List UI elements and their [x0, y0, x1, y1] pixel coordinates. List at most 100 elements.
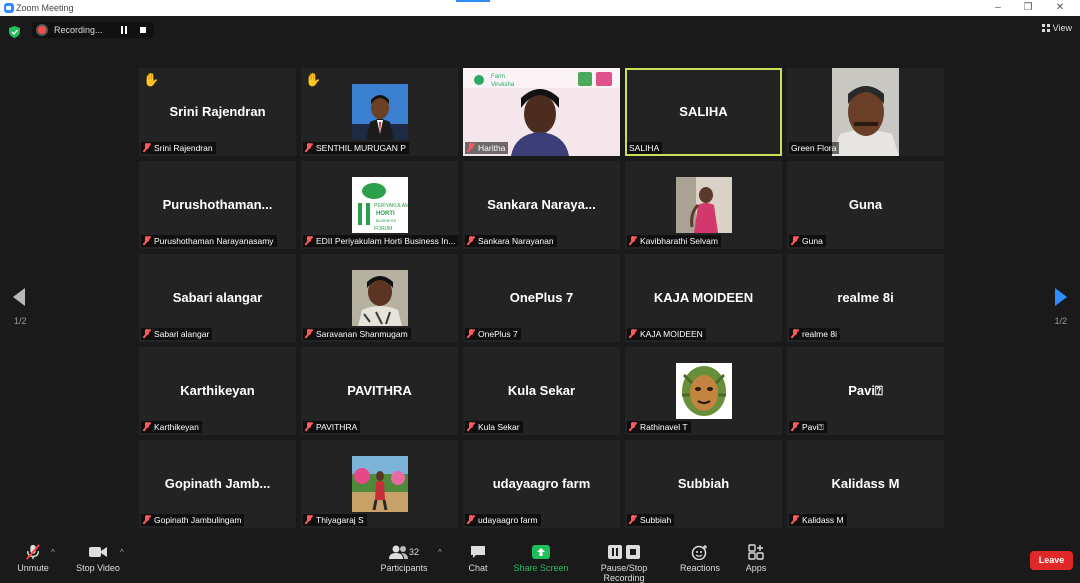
view-button[interactable]: View — [1041, 23, 1072, 33]
participant-tile[interactable]: Kalidass M Kalidass M — [787, 440, 944, 528]
reactions-label: Reactions — [679, 563, 721, 573]
stop-video-button[interactable]: Stop Video — [75, 544, 121, 573]
participant-tile[interactable]: PAVITHRA PAVITHRA — [301, 347, 458, 435]
participant-name: Gopinath Jambulingam — [154, 515, 242, 525]
view-label: View — [1052, 23, 1072, 33]
unmute-button[interactable]: Unmute — [14, 544, 52, 573]
previous-page-arrow-icon[interactable] — [13, 288, 25, 306]
participant-tile[interactable]: ✋ SENTHIL MURUGAN P — [301, 68, 458, 156]
participants-button[interactable]: 32 Participants — [378, 544, 430, 573]
participant-name: Sabari alangar — [154, 329, 210, 339]
participant-tile[interactable]: Purushothaman... Purushothaman Narayanas… — [139, 161, 296, 249]
reactions-button[interactable]: Reactions — [679, 544, 721, 573]
recording-controls-icon-group — [607, 544, 641, 560]
participants-chevron-icon[interactable]: ^ — [438, 548, 442, 557]
leave-button[interactable]: Leave — [1030, 551, 1073, 570]
participant-name: PAVITHRA — [316, 422, 358, 432]
muted-mic-icon — [467, 329, 475, 338]
profile-photo — [351, 456, 408, 512]
gallery-grid: ✋ Srini Rajendran Srini Rajendran ✋ SENT… — [139, 68, 944, 528]
participant-tile[interactable]: PERIYAKULAM HORTI BUSINESS FORUM EDII Pe… — [301, 161, 458, 249]
page-indicator-left: 1/2 — [14, 316, 27, 326]
participant-tile[interactable]: Kavibharathi Selvam — [625, 161, 782, 249]
participant-tile[interactable]: Green Flora — [787, 68, 944, 156]
participant-tile[interactable]: Saravanan Shanmugam — [301, 254, 458, 342]
zoom-logo-icon — [4, 3, 14, 13]
participant-tile[interactable]: Subbiah Subbiah — [625, 440, 782, 528]
next-page-arrow-icon[interactable] — [1055, 288, 1067, 306]
participant-name-label: Guna — [789, 235, 826, 247]
participant-name: Subbiah — [640, 515, 672, 525]
participant-tile[interactable]: Karthikeyan Karthikeyan — [139, 347, 296, 435]
participant-tile[interactable]: Farm Viruksha Haritha — [463, 68, 620, 156]
restore-button[interactable]: ❐ — [1018, 1, 1038, 15]
participant-name-label: Kavibharathi Selvam — [627, 235, 721, 247]
participant-name-label: Karthikeyan — [141, 421, 202, 433]
participant-name: Haritha — [478, 143, 506, 153]
participant-name: Sankara Narayanan — [478, 236, 554, 246]
profile-logo: PERIYAKULAM HORTI BUSINESS FORUM — [351, 177, 408, 233]
muted-mic-icon — [143, 329, 151, 338]
participant-name-label: Haritha — [465, 142, 509, 154]
participant-name-label: Green Flora — [789, 142, 840, 154]
muted-mic-icon — [467, 236, 475, 245]
pause-stop-recording-button[interactable]: Pause/Stop Recording — [579, 544, 669, 583]
participant-name-label: Kalidass M — [789, 514, 847, 526]
muted-mic-icon — [791, 422, 799, 431]
recording-dot-icon — [38, 26, 46, 34]
participant-tile[interactable]: Gopinath Jamb... Gopinath Jambulingam — [139, 440, 296, 528]
muted-mic-icon — [143, 236, 151, 245]
participant-tile[interactable]: Sankara Naraya... Sankara Narayanan — [463, 161, 620, 249]
stop-recording-icon[interactable] — [140, 27, 146, 33]
participant-name-label: Kula Sekar — [465, 421, 523, 433]
close-button[interactable]: ✕ — [1050, 1, 1070, 15]
participant-display-name: KAJA MOIDEEN — [653, 290, 754, 305]
profile-photo — [675, 177, 732, 233]
participants-icon-group: 32 — [384, 544, 424, 560]
profile-photo — [351, 270, 408, 326]
participant-name-label: Saravanan Shanmugam — [303, 328, 411, 340]
participant-name: Kavibharathi Selvam — [640, 236, 718, 246]
muted-mic-icon — [467, 422, 475, 431]
participant-tile[interactable]: Thiyagaraj S — [301, 440, 458, 528]
participant-tile[interactable]: Kula Sekar Kula Sekar — [463, 347, 620, 435]
muted-mic-icon — [791, 515, 799, 524]
shield-icon[interactable] — [9, 26, 20, 38]
muted-mic-icon — [143, 422, 151, 431]
participant-tile[interactable]: KAJA MOIDEEN KAJA MOIDEEN — [625, 254, 782, 342]
participant-name: Karthikeyan — [154, 422, 199, 432]
smiley-reaction-icon — [691, 545, 707, 560]
apps-button[interactable]: Apps — [742, 544, 770, 573]
participant-name: Pavi⍰ — [802, 422, 824, 432]
share-screen-label: Share Screen — [513, 563, 569, 573]
pause-recording-icon[interactable] — [120, 26, 128, 34]
participant-name-label: Gopinath Jambulingam — [141, 514, 245, 526]
participant-tile-active-speaker[interactable]: SALIHA SALIHA — [625, 68, 782, 156]
audio-options-chevron-icon[interactable]: ^ — [51, 548, 55, 557]
share-screen-icon — [532, 545, 550, 559]
participant-tile[interactable]: Rathinavel T — [625, 347, 782, 435]
participants-count: 32 — [408, 547, 419, 557]
participant-tile[interactable]: udayaagro farm udayaagro farm — [463, 440, 620, 528]
share-screen-button[interactable]: Share Screen — [512, 544, 570, 573]
participant-tile[interactable]: ✋ Srini Rajendran Srini Rajendran — [139, 68, 296, 156]
stop-video-label: Stop Video — [76, 563, 120, 573]
muted-mic-icon — [791, 236, 799, 245]
muted-mic-icon — [467, 143, 475, 152]
participant-tile[interactable]: Pavi⍰ Pavi⍰ — [787, 347, 944, 435]
muted-microphone-icon — [26, 544, 40, 560]
participant-name: Guna — [802, 236, 823, 246]
participant-tile[interactable]: Guna Guna — [787, 161, 944, 249]
participant-tile[interactable]: realme 8i realme 8i — [787, 254, 944, 342]
participant-name: EDII Periyakulam Horti Business In... — [316, 236, 456, 246]
participant-name-label: udayaagro farm — [465, 514, 541, 526]
participant-tile[interactable]: OnePlus 7 OnePlus 7 — [463, 254, 620, 342]
svg-text:BUSINESS: BUSINESS — [376, 218, 397, 223]
minimize-button[interactable]: – — [988, 1, 1008, 15]
svg-text:Farm: Farm — [491, 74, 505, 80]
participant-tile[interactable]: Sabari alangar Sabari alangar — [139, 254, 296, 342]
chat-button[interactable]: Chat — [462, 544, 494, 573]
video-options-chevron-icon[interactable]: ^ — [120, 548, 124, 557]
recording-indicator: Recording... — [32, 22, 154, 38]
participant-display-name: Pavi⍰ — [848, 383, 883, 398]
